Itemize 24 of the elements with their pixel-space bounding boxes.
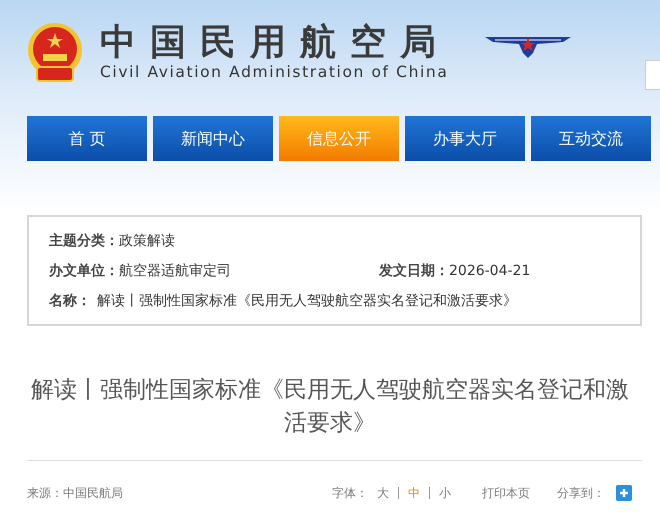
nav-tab[interactable]: 互动交流 bbox=[531, 116, 651, 161]
font-size-label: 字体： bbox=[332, 484, 368, 502]
site-title: 中国民用航空局 bbox=[100, 23, 450, 63]
field-label: 名称： bbox=[49, 292, 91, 310]
emblem-icon bbox=[27, 22, 83, 83]
font-size-option[interactable]: 小 bbox=[430, 484, 460, 502]
field-value: 2026-04-21 bbox=[449, 262, 530, 280]
field-label: 发文日期： bbox=[379, 262, 449, 280]
article-title: 解读丨强制性国家标准《民用无人驾驶航空器实名登记和激活要求》 bbox=[30, 376, 630, 438]
print-link[interactable]: 打印本页 bbox=[482, 484, 530, 502]
font-size-option[interactable]: 大 bbox=[368, 484, 398, 502]
font-size-option[interactable]: 中 bbox=[399, 484, 429, 502]
source-text: 来源：中国民航局 bbox=[27, 484, 123, 502]
field-label: 办文单位： bbox=[49, 262, 119, 280]
nav-tab[interactable]: 首 页 bbox=[27, 116, 147, 161]
nav-tab[interactable]: 新闻中心 bbox=[153, 116, 273, 161]
share-plus-icon[interactable] bbox=[616, 484, 632, 501]
field-label: 主题分类： bbox=[49, 232, 119, 250]
field-value: 解读丨强制性国家标准《民用无人驾驶航空器实名登记和激活要求》 bbox=[97, 292, 517, 310]
share-label: 分享到： bbox=[557, 484, 605, 502]
field-value: 政策解读 bbox=[119, 232, 175, 250]
field-value: 航空器适航审定司 bbox=[119, 262, 231, 280]
site-subtitle: Civil Aviation Administration of China bbox=[100, 63, 450, 82]
nav-tab[interactable]: 办事大厅 bbox=[405, 116, 525, 161]
